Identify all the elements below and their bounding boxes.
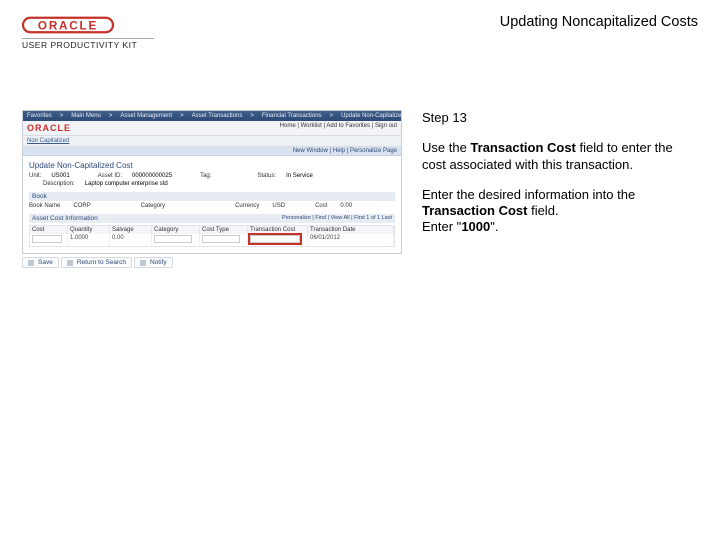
instruction-panel: Step 13 Use the Transaction Cost field t…: [422, 110, 698, 236]
page-title: Updating Noncapitalized Costs: [500, 14, 698, 30]
notify-button[interactable]: Notify: [134, 257, 173, 268]
save-button[interactable]: Save: [22, 257, 59, 268]
save-icon: [28, 260, 34, 266]
oracle-logo-small: ORACLE: [27, 123, 71, 133]
upk-subtitle: USER PRODUCTIVITY KIT: [22, 38, 154, 50]
book-section: Book: [29, 192, 395, 201]
link-signout[interactable]: Sign out: [375, 123, 397, 129]
oracle-logo: ORACLE: [22, 14, 154, 36]
instruction-1: Use the Transaction Cost field to enter …: [422, 140, 698, 173]
asset-cost-section: Asset Cost Information Personalize | Fin…: [29, 214, 395, 223]
link-home[interactable]: Home: [280, 123, 296, 129]
instruction-2: Enter the desired information into the T…: [422, 187, 698, 236]
notify-icon: [140, 260, 146, 266]
link-worklist[interactable]: Worklist: [301, 123, 322, 129]
transaction-cost-input[interactable]: [250, 235, 300, 243]
link-fav[interactable]: Add to Favorites: [326, 123, 370, 129]
form-title: Update Non-Capitalized Cost: [29, 161, 395, 170]
return-icon: [67, 260, 73, 266]
nav-bar: Favorites> Main Menu> Asset Management> …: [23, 111, 401, 121]
cost-grid: Cost Quantity Salvage Category Cost Type…: [29, 225, 395, 247]
step-label: Step 13: [422, 110, 698, 126]
app-screenshot: Favorites> Main Menu> Asset Management> …: [22, 110, 402, 268]
crumb-link[interactable]: Non Capitalized: [27, 138, 69, 144]
brand-block: ORACLE USER PRODUCTIVITY KIT: [22, 14, 154, 50]
svg-text:ORACLE: ORACLE: [38, 20, 98, 33]
return-to-search-button[interactable]: Return to Search: [61, 257, 132, 268]
bluebar-links[interactable]: New Window | Help | Personalize Page: [293, 148, 397, 154]
